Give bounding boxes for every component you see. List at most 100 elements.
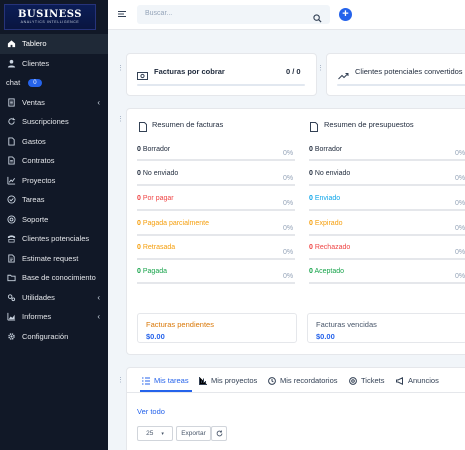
sidebar-item-label: Contratos — [22, 156, 55, 166]
invoice-row-no-enviado[interactable]: 0 No enviado — [137, 170, 178, 177]
invoice-row-borrador[interactable]: 0 Borrador — [137, 146, 170, 153]
row-progress-bar — [137, 234, 295, 236]
sidebar-item-label: Ventas — [22, 97, 45, 107]
sidebar-item-label: Informes — [22, 312, 52, 322]
trend-up-icon — [338, 67, 349, 85]
sidebar-item-label: Clientes potenciales — [22, 234, 90, 244]
kpi-title: Facturas por cobrar — [154, 67, 225, 76]
sidebar-item-label: Estimate request — [22, 253, 79, 263]
row-progress-bar — [137, 209, 295, 211]
invoice-row-pagada-parcialmente[interactable]: 0 Pagada parcialmente — [137, 220, 209, 227]
sidebar-item-informes[interactable]: Informes ‹ — [0, 307, 108, 327]
search-input[interactable] — [145, 10, 305, 17]
row-percent: 0% — [283, 150, 294, 157]
sidebar-nav: Tablero Clientes chat 0 Ventas ‹ Suscrip… — [0, 34, 108, 346]
document-icon — [6, 156, 16, 166]
overdue-invoices-box[interactable]: Facturas vencidas $0.00 — [307, 313, 465, 343]
estimate-row-expirado[interactable]: 0 Expirado — [309, 220, 343, 227]
sidebar-item-estimate-request[interactable]: Estimate request — [0, 249, 108, 269]
sidebar-item-proyectos[interactable]: Proyectos — [0, 171, 108, 191]
sidebar-item-label: chat — [6, 78, 21, 88]
sidebar-item-chat[interactable]: chat 0 — [0, 73, 108, 93]
kpi-card-leads: Clientes potenciales convertidos — [326, 53, 465, 96]
tty-icon — [6, 234, 16, 244]
row-percent: 0% — [283, 225, 294, 232]
home-icon — [6, 39, 16, 49]
sidebar-item-clientes[interactable]: Clientes — [0, 54, 108, 74]
money-bill-icon — [137, 67, 148, 85]
overdue-invoices-value: $0.00 — [316, 332, 335, 341]
receipt-icon — [6, 97, 16, 107]
invoice-row-retrasada[interactable]: 0 Retrasada — [137, 244, 175, 251]
row-percent: 0% — [455, 225, 465, 232]
sidebar-item-gastos[interactable]: Gastos — [0, 132, 108, 152]
tab-mis-tareas[interactable]: Mis tareas — [142, 376, 189, 385]
estimate-row-rechazado[interactable]: 0 Rechazado — [309, 244, 350, 251]
estimate-row-aceptado[interactable]: 0 Aceptado — [309, 268, 344, 275]
pending-invoices-value: $0.00 — [146, 332, 165, 341]
sidebar-item-configuracion[interactable]: Configuración — [0, 327, 108, 347]
list-icon — [142, 377, 150, 385]
page-size-select[interactable]: 25 ▾ — [137, 426, 173, 441]
sidebar-item-ventas[interactable]: Ventas ‹ — [0, 93, 108, 113]
tab-tickets[interactable]: Tickets — [349, 376, 384, 385]
row-progress-bar — [137, 184, 295, 186]
sidebar-item-label: Configuración — [22, 331, 69, 341]
row-progress-bar — [137, 282, 295, 284]
view-all-link[interactable]: Ver todo — [137, 407, 165, 416]
pending-invoices-box[interactable]: Facturas pendientes $0.00 — [137, 313, 297, 343]
chevron-down-icon: ▾ — [161, 430, 164, 437]
folder-icon — [6, 273, 16, 283]
chart-bar-icon — [199, 376, 207, 385]
export-button[interactable]: Exportar — [176, 426, 211, 441]
sidebar-item-clientes-potenciales[interactable]: Clientes potenciales — [0, 229, 108, 249]
tabs-divider — [126, 392, 465, 393]
kpi-progress-bar — [137, 84, 305, 86]
kpi-progress-bar — [337, 84, 465, 86]
row-percent: 0% — [283, 273, 294, 280]
sidebar-item-soporte[interactable]: Soporte — [0, 210, 108, 230]
check-circle-icon — [6, 195, 16, 205]
refresh-icon — [6, 117, 16, 127]
chevron-left-icon: ‹ — [97, 292, 100, 302]
row-percent: 0% — [455, 273, 465, 280]
sidebar-item-tareas[interactable]: Tareas — [0, 190, 108, 210]
add-button[interactable]: + — [339, 8, 352, 21]
row-progress-bar — [309, 258, 465, 260]
sidebar-item-label: Utilidades — [22, 292, 55, 302]
sidebar-item-label: Gastos — [22, 136, 46, 146]
estimate-row-no-enviado[interactable]: 0 No enviado — [309, 170, 350, 177]
support-icon — [6, 214, 16, 224]
refresh-button[interactable] — [211, 426, 227, 441]
sidebar-item-tablero[interactable]: Tablero — [0, 34, 108, 54]
sidebar-item-label: Tareas — [22, 195, 45, 205]
chart-icon — [6, 175, 16, 185]
tab-anuncios[interactable]: Anuncios — [396, 376, 439, 385]
sidebar: BUSINESS ANALYTICS INTELLIGENCE Tablero … — [0, 0, 108, 450]
chart-area-icon — [6, 312, 16, 322]
estimate-row-enviado[interactable]: 0 Enviado — [309, 195, 340, 202]
tab-mis-recordatorios[interactable]: Mis recordatorios — [268, 376, 338, 385]
invoice-row-por-pagar[interactable]: 0 Por pagar — [137, 195, 174, 202]
row-percent: 0% — [455, 200, 465, 207]
invoice-summary-title: Resumen de facturas — [152, 120, 224, 129]
pending-invoices-label: Facturas pendientes — [146, 320, 214, 329]
search-box — [137, 5, 330, 24]
menu-toggle-icon[interactable] — [118, 10, 126, 18]
sidebar-item-suscripciones[interactable]: Suscripciones — [0, 112, 108, 132]
tab-mis-proyectos[interactable]: Mis proyectos — [199, 376, 257, 385]
estimate-row-borrador[interactable]: 0 Borrador — [309, 146, 342, 153]
logo-tagline: ANALYTICS INTELLIGENCE — [20, 20, 80, 24]
row-progress-bar — [137, 159, 295, 161]
logo[interactable]: BUSINESS ANALYTICS INTELLIGENCE — [4, 4, 96, 30]
sidebar-item-label: Base de conocimiento — [22, 273, 96, 283]
sidebar-item-base-conocimiento[interactable]: Base de conocimiento — [0, 268, 108, 288]
sidebar-item-utilidades[interactable]: Utilidades ‹ — [0, 288, 108, 308]
support-icon — [349, 376, 357, 385]
estimate-summary-title: Resumen de presupuestos — [324, 120, 414, 129]
sidebar-item-label: Tablero — [22, 39, 47, 49]
row-progress-bar — [309, 159, 465, 161]
sidebar-item-contratos[interactable]: Contratos — [0, 151, 108, 171]
invoice-row-pagada[interactable]: 0 Pagada — [137, 268, 167, 275]
search-icon[interactable] — [313, 10, 322, 23]
